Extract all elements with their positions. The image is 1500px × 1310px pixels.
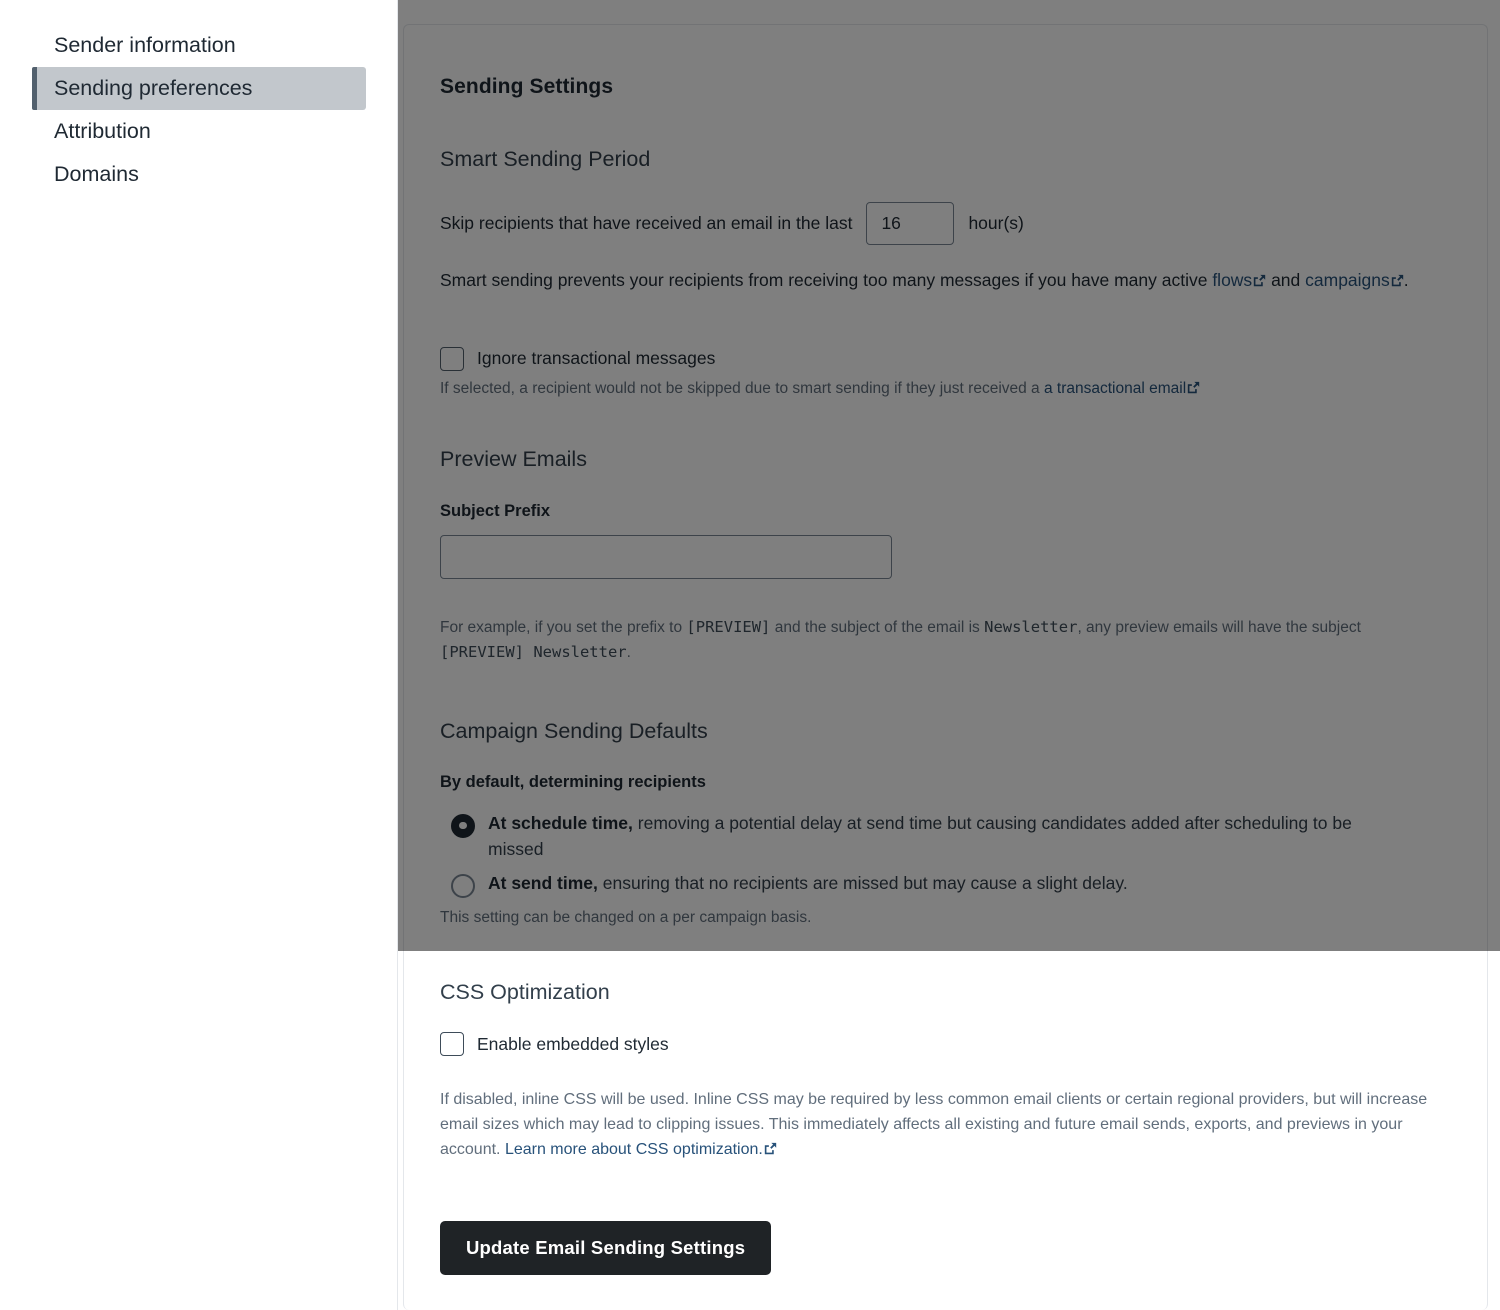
radio-at-schedule-time-text: At schedule time, removing a potential d… [488,810,1388,863]
smart-sending-hours-input[interactable] [866,202,955,245]
transactional-email-link-label: a transactional email [1044,379,1187,397]
example-part2: and the subject of the email is [774,618,980,636]
ignore-transactional-label: Ignore transactional messages [477,348,716,369]
settings-sidebar: Sender information Sending preferences A… [0,0,398,1310]
radio-at-send-time-text: At send time, ensuring that no recipient… [488,870,1128,896]
radio-option-at-send-time[interactable]: At send time, ensuring that no recipient… [451,870,1451,899]
determine-recipients-radio-group: At schedule time, removing a potential d… [451,810,1451,899]
css-optimization-help: If disabled, inline CSS will be used. In… [440,1088,1450,1162]
radio-at-send-time[interactable] [451,874,475,899]
external-link-icon [1253,274,1266,287]
hours-suffix-label: hour(s) [968,212,1024,233]
external-link-icon [1187,381,1200,394]
campaign-defaults-heading: Campaign Sending Defaults [440,718,708,743]
campaign-defaults-footnote: This setting can be changed on a per cam… [440,909,812,927]
radio-at-schedule-time[interactable] [451,813,475,838]
example-part4: . [626,643,631,661]
content-region: Sending Settings Smart Sending Period Sk… [398,0,1500,1310]
subject-prefix-label: Subject Prefix [440,501,551,520]
smart-sending-heading: Smart Sending Period [440,147,651,171]
smart-sending-desc-part3: . [1403,270,1409,290]
smart-sending-desc-part1: Smart sending prevents your recipients f… [440,270,1208,290]
radio-option-at-schedule-time[interactable]: At schedule time, removing a potential d… [451,810,1451,863]
ignore-transactional-help-text: If selected, a recipient would not be sk… [440,379,1040,397]
page-title: Sending Settings [440,75,614,98]
example-code-preview: [PREVIEW] [686,617,771,636]
enable-embedded-styles-label: Enable embedded styles [477,1033,669,1054]
css-optimization-heading: CSS Optimization [440,980,610,1005]
smart-sending-description: Smart sending prevents your recipients f… [440,267,1425,295]
external-link-icon [764,1142,777,1155]
ignore-transactional-checkbox[interactable] [440,346,464,371]
campaigns-link[interactable]: campaigns [1305,270,1404,290]
external-link-icon [1391,274,1404,287]
css-optimization-learn-more-link[interactable]: Learn more about CSS optimization. [505,1141,777,1158]
subject-prefix-example: For example, if you set the prefix to [P… [440,615,1445,665]
settings-page: Sender information Sending preferences A… [0,0,1500,1310]
radio-at-send-time-rest: ensuring that no recipients are missed b… [597,873,1128,894]
flows-link[interactable]: flows [1212,270,1266,290]
sidebar-item-label: Domains [54,161,139,186]
example-part3: , any preview emails will have the subje… [1077,618,1361,636]
enable-embedded-styles-checkbox[interactable] [440,1032,464,1057]
css-optimization-learn-more-label: Learn more about CSS optimization. [504,1140,763,1158]
sidebar-item-sending-preferences[interactable]: Sending preferences [32,67,366,110]
example-code-newsletter: Newsletter [984,617,1078,636]
smart-sending-desc-part2: and [1271,270,1301,290]
radio-at-schedule-time-bold: At schedule time, [488,812,633,833]
settings-card: Sending Settings Smart Sending Period Sk… [403,24,1488,1310]
radio-at-send-time-bold: At send time, [488,873,598,894]
example-part1: For example, if you set the prefix to [440,618,683,636]
subject-prefix-input[interactable] [440,534,892,579]
ignore-transactional-checkbox-row[interactable]: Ignore transactional messages [440,346,1451,371]
update-email-sending-settings-button[interactable]: Update Email Sending Settings [440,1220,772,1275]
sidebar-item-label: Sender information [54,32,236,57]
flows-link-label: flows [1212,270,1253,290]
sidebar-item-label: Sending preferences [54,75,253,100]
campaigns-link-label: campaigns [1305,270,1390,290]
enable-embedded-styles-row[interactable]: Enable embedded styles [440,1032,1451,1057]
example-code-combined: [PREVIEW] Newsletter [440,642,627,661]
campaign-defaults-subheading: By default, determining recipients [440,772,706,791]
smart-sending-period-row: Skip recipients that have received an em… [440,202,1451,245]
ignore-transactional-help: If selected, a recipient would not be sk… [440,377,1451,401]
sidebar-item-attribution[interactable]: Attribution [32,110,366,153]
transactional-email-link[interactable]: a transactional email [1044,380,1200,397]
sidebar-item-label: Attribution [54,118,151,143]
sidebar-item-domains[interactable]: Domains [32,153,366,196]
sidebar-item-sender-information[interactable]: Sender information [32,24,366,67]
preview-emails-heading: Preview Emails [440,446,587,471]
skip-recipients-label: Skip recipients that have received an em… [440,212,853,233]
